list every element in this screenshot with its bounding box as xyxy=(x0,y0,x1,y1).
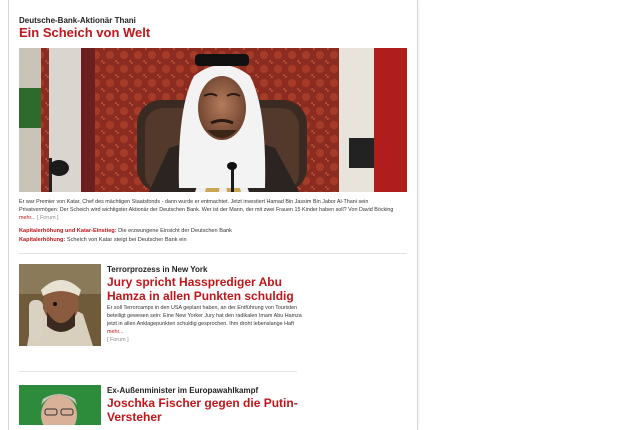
article-1-forum-link[interactable]: [ Forum ] xyxy=(107,337,129,343)
related-link-1[interactable]: Kapitalerhöhung und Katar-Einstieg: Die … xyxy=(19,227,232,235)
related-label-2: Kapitalerhöhung: xyxy=(19,237,66,243)
lead-headline-link[interactable]: Ein Scheich von Welt xyxy=(19,26,150,40)
article-1-more-link[interactable]: mehr... xyxy=(107,329,123,335)
lead-photo[interactable] xyxy=(19,48,407,192)
article-1-headline-link[interactable]: Jury spricht Hassprediger Abu Hamza in a… xyxy=(107,275,307,303)
lead-more-link[interactable]: mehr... xyxy=(19,215,35,221)
related-text-2: Scheich von Katar steigt bei Deutscher B… xyxy=(66,237,187,243)
article-2-kicker: Ex-Außenminister im Europawahlkampf xyxy=(107,386,259,395)
lead-forum-link[interactable]: [ Forum ] xyxy=(37,215,59,221)
article-2-photo[interactable] xyxy=(19,385,101,425)
lead-teaser-text: Er war Premier von Katar, Chef des mächt… xyxy=(19,199,394,213)
divider xyxy=(19,253,407,254)
portrait-photo-image xyxy=(19,264,101,346)
related-text-1: Die erzwungene Einsicht der Deutschen Ba… xyxy=(118,228,232,234)
article-1-kicker: Terrorprozess in New York xyxy=(107,265,208,274)
lead-teaser: Er war Premier von Katar, Chef des mächt… xyxy=(19,198,407,222)
related-link-2[interactable]: Kapitalerhöhung: Scheich von Katar steig… xyxy=(19,236,187,244)
portrait-photo-image xyxy=(19,385,101,425)
divider xyxy=(19,371,297,372)
article-1-teaser-text: Er soll Terrorcamps in den USA geplant h… xyxy=(107,305,302,327)
related-label-1: Kapitalerhöhung und Katar-Einstieg: xyxy=(19,228,117,234)
article-1-photo[interactable] xyxy=(19,264,101,346)
lead-kicker: Deutsche-Bank-Aktionär Thani xyxy=(19,16,136,25)
article-1-teaser: Er soll Terrorcamps in den USA geplant h… xyxy=(107,304,303,344)
portrait-photo-image xyxy=(19,48,407,192)
